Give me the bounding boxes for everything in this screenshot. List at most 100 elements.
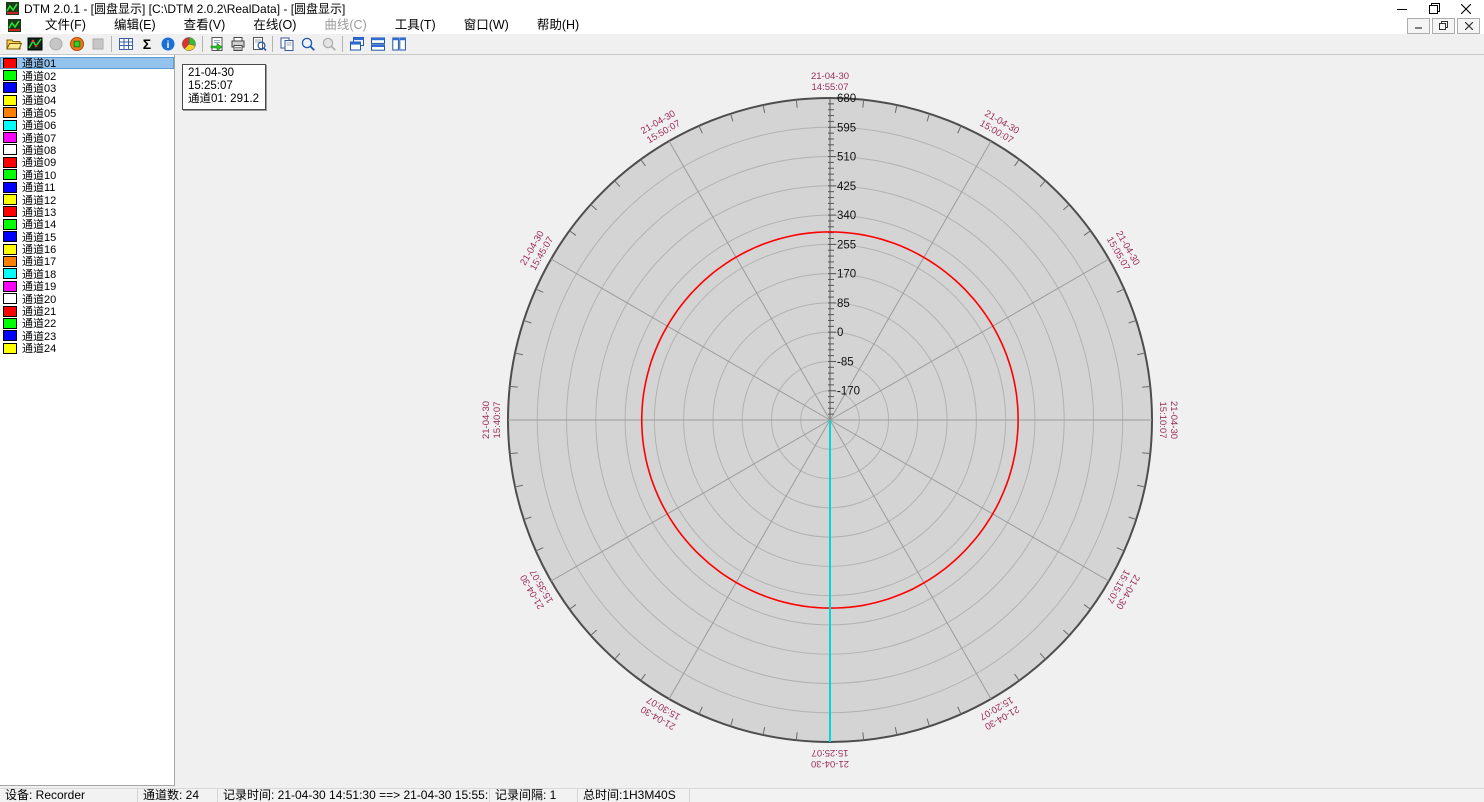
menu-item[interactable]: 工具(T) (381, 17, 450, 34)
svg-text:21-04-30: 21-04-30 (481, 401, 492, 439)
restore-icon (1429, 3, 1440, 14)
axis-tick-label: 340 (837, 210, 856, 222)
tile-vertical-button[interactable] (388, 35, 409, 54)
minimize-button[interactable] (1386, 0, 1418, 17)
channel-color-swatch (3, 231, 17, 242)
zoom-disabled-icon (321, 36, 337, 52)
time-label: 21-04-3014:55:07 (811, 71, 849, 93)
print-preview-button[interactable] (248, 35, 269, 54)
channel-color-swatch (3, 256, 17, 267)
menu-item[interactable]: 窗口(W) (450, 17, 523, 34)
sigma-button[interactable]: Σ (136, 35, 157, 54)
toolbar-separator (342, 36, 343, 52)
axis-tick-label: 85 (837, 298, 850, 310)
trend-chart-button[interactable] (24, 35, 45, 54)
svg-text:21-04-30: 21-04-30 (1168, 401, 1179, 439)
menu-item[interactable]: 在线(O) (239, 17, 310, 34)
channel-color-swatch (3, 219, 17, 230)
open-folder-icon (6, 36, 22, 52)
main-region: 通道01通道02通道03通道04通道05通道06通道07通道08通道09通道10… (0, 55, 1484, 788)
channel-color-swatch (3, 206, 17, 217)
cascade-windows-icon (349, 36, 365, 52)
tooltip-time: 15:25:07 (188, 80, 259, 93)
stop-square-button (87, 35, 108, 54)
channel-color-swatch (3, 132, 17, 143)
svg-text:14:55:07: 14:55:07 (812, 82, 849, 93)
mdi-restore-icon (1439, 21, 1448, 30)
toolbar: Σi (0, 34, 1484, 55)
app-window: DTM 2.0.1 - [圆盘显示] [C:\DTM 2.0.2\RealDat… (0, 0, 1484, 802)
tile-vertical-icon (391, 36, 407, 52)
app-icon (6, 2, 19, 15)
toolbar-separator (111, 36, 112, 52)
tile-horizontal-button[interactable] (367, 35, 388, 54)
channel-color-swatch (3, 306, 17, 317)
status-pane: 记录时间: 21-04-30 14:51:30 ==> 21-04-30 15:… (218, 789, 490, 802)
copy-button[interactable] (276, 35, 297, 54)
record-active-icon (69, 36, 85, 52)
open-folder-button[interactable] (3, 35, 24, 54)
close-button[interactable] (1450, 0, 1482, 17)
channel-color-swatch (3, 58, 17, 69)
svg-text:21-04-30: 21-04-30 (811, 758, 849, 769)
record-active-button[interactable] (66, 35, 87, 54)
export-button[interactable] (206, 35, 227, 54)
menu-item[interactable]: 编辑(E) (100, 17, 170, 34)
channel-color-swatch (3, 194, 17, 205)
data-table-button[interactable] (115, 35, 136, 54)
status-bar: 设备: Recorder通道数: 24记录时间: 21-04-30 14:51:… (0, 788, 1484, 802)
axis-tick-label: 170 (837, 269, 856, 281)
svg-text:15:10:07: 15:10:07 (1157, 402, 1168, 439)
mdi-minimize-icon (1415, 22, 1422, 29)
menu-item[interactable]: 查看(V) (170, 17, 240, 34)
value-tooltip: 21-04-30 15:25:07 通道01: 291.2 (182, 64, 266, 110)
status-pane (690, 789, 1484, 802)
sigma-icon: Σ (139, 36, 155, 52)
mdi-close-button[interactable] (1457, 18, 1480, 34)
channel-color-swatch (3, 120, 17, 131)
zoom-button[interactable] (297, 35, 318, 54)
menu-item[interactable]: 文件(F) (31, 17, 100, 34)
copy-icon (279, 36, 295, 52)
channel-color-swatch (3, 182, 17, 193)
svg-text:15:40:07: 15:40:07 (492, 402, 503, 439)
status-pane: 设备: Recorder (0, 789, 138, 802)
printer-button[interactable] (227, 35, 248, 54)
tooltip-channel-value: 通道01: 291.2 (188, 93, 259, 106)
minimize-icon (1397, 4, 1407, 14)
trend-chart-icon (27, 36, 43, 52)
mdi-window-controls (1407, 18, 1480, 34)
time-label: 21-04-3015:40:07 (481, 401, 503, 439)
channel-color-swatch (3, 157, 17, 168)
mdi-restore-button[interactable] (1432, 18, 1455, 34)
record-circle-button (45, 35, 66, 54)
channel-color-swatch (3, 343, 17, 354)
axis-tick-label: 0 (837, 327, 843, 339)
channel-color-swatch (3, 293, 17, 304)
svg-text:Σ: Σ (142, 36, 150, 52)
stop-square-icon (90, 36, 106, 52)
menu-item[interactable]: 帮助(H) (523, 17, 593, 34)
svg-text:21-04-30: 21-04-30 (811, 71, 849, 82)
channel-color-swatch (3, 281, 17, 292)
polar-dial-chart: 680595510425340255170850-85-17021-04-301… (176, 55, 1484, 788)
channel-color-swatch (3, 169, 17, 180)
printer-icon (230, 36, 246, 52)
channel-item[interactable]: 通道24 (0, 342, 174, 354)
pie-chart-button[interactable] (178, 35, 199, 54)
channel-color-swatch (3, 82, 17, 93)
axis-tick-label: 425 (837, 181, 856, 193)
axis-tick-label: 510 (837, 152, 856, 164)
info-button[interactable]: i (157, 35, 178, 54)
window-title: DTM 2.0.1 - [圆盘显示] [C:\DTM 2.0.2\RealDat… (24, 0, 1386, 17)
cascade-windows-button[interactable] (346, 35, 367, 54)
record-circle-icon (48, 36, 64, 52)
restore-button[interactable] (1418, 0, 1450, 17)
mdi-minimize-button[interactable] (1407, 18, 1430, 34)
channel-color-swatch (3, 318, 17, 329)
channel-list-panel: 通道01通道02通道03通道04通道05通道06通道07通道08通道09通道10… (0, 55, 175, 786)
close-icon (1461, 4, 1471, 14)
status-pane: 记录间隔: 1 (490, 789, 578, 802)
channel-color-swatch (3, 268, 17, 279)
axis-tick-label: 595 (837, 122, 856, 134)
